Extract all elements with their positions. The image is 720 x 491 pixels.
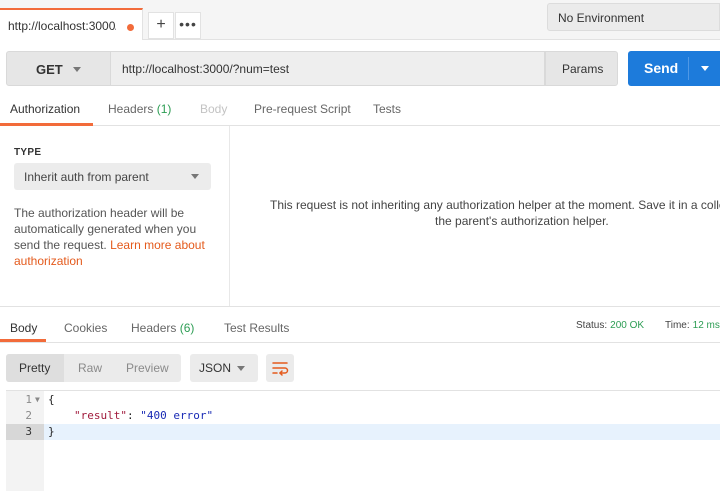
chevron-down-icon: [191, 174, 199, 179]
new-tab-button[interactable]: +: [148, 12, 174, 39]
code-text: {: [48, 393, 55, 406]
auth-type-value: Inherit auth from parent: [24, 170, 149, 184]
chevron-down-icon: [237, 366, 245, 371]
line-number: 1: [25, 393, 32, 406]
fold-arrow-icon[interactable]: ▼: [35, 392, 40, 408]
json-separator: :: [126, 409, 141, 422]
tab-tests[interactable]: Tests: [373, 102, 401, 116]
send-options-chevron-icon[interactable]: [701, 66, 709, 71]
params-button[interactable]: Params: [545, 51, 618, 86]
json-key: "result": [74, 409, 127, 422]
auth-message-line-2: the parent's authorization helper.: [435, 214, 609, 228]
language-value: JSON: [199, 361, 232, 375]
chevron-down-icon: [73, 67, 81, 72]
time-readout: Time: 12 ms: [665, 320, 720, 331]
time-value: 12 ms: [692, 320, 720, 331]
auth-message-line-1: This request is not inheriting any autho…: [270, 198, 720, 212]
tab-cookies[interactable]: Cookies: [64, 321, 107, 335]
tab-response-headers[interactable]: Headers (6): [131, 321, 194, 335]
headers-count-badge: (1): [156, 102, 172, 116]
send-divider: [688, 57, 689, 80]
code-text: }: [48, 425, 55, 438]
more-tabs-button[interactable]: •••: [175, 12, 201, 39]
tab-body[interactable]: Body: [200, 102, 227, 116]
params-label: Params: [562, 62, 604, 76]
tab-pre-request-script[interactable]: Pre-request Script: [254, 102, 351, 116]
request-section-tabs: Authorization Headers (1) Body Pre-reque…: [0, 92, 720, 126]
auth-message: This request is not inheriting any autho…: [270, 197, 720, 229]
method-select[interactable]: GET: [6, 51, 111, 86]
status-readout: Status: 200 OK: [576, 320, 644, 331]
auth-type-select[interactable]: Inherit auth from parent: [14, 163, 211, 190]
format-mode-group: Pretty Raw Preview: [6, 354, 181, 382]
code-line: 2 "result": "400 error": [6, 408, 720, 424]
tab-headers-label: Headers: [108, 102, 154, 116]
environment-label: No Environment: [558, 11, 645, 25]
status-label: Status:: [576, 320, 608, 331]
tab-response-body[interactable]: Body: [10, 321, 37, 335]
url-value: http://localhost:3000/?num=test: [122, 62, 290, 76]
tab-authorization[interactable]: Authorization: [10, 102, 80, 116]
method-label: GET: [36, 62, 63, 77]
send-button[interactable]: Send: [628, 51, 720, 86]
tab-test-results[interactable]: Test Results: [224, 321, 289, 335]
line-number: 3: [6, 424, 44, 440]
line-number: 2: [25, 409, 32, 422]
auth-description: The authorization header will be automat…: [14, 205, 214, 269]
time-label: Time:: [665, 320, 690, 331]
code-line: 1 ▼ {: [6, 392, 720, 408]
auth-settings-panel: TYPE Inherit auth from parent The author…: [0, 126, 230, 306]
url-input[interactable]: http://localhost:3000/?num=test: [111, 51, 545, 86]
unsaved-dot-icon: [127, 24, 134, 31]
request-tab-title: http://localhost:3000/: [8, 19, 116, 33]
auth-type-label: TYPE: [14, 147, 42, 158]
code-line-current: 3 }: [6, 424, 720, 440]
language-select[interactable]: JSON: [190, 354, 258, 382]
tab-response-headers-label: Headers: [131, 321, 177, 335]
wrap-lines-button[interactable]: [266, 354, 294, 382]
send-label: Send: [644, 60, 679, 76]
request-tab-bar: http://localhost:3000/ + ••• No Environm…: [0, 0, 720, 40]
response-headers-count-badge: (6): [179, 321, 195, 335]
format-pretty-button[interactable]: Pretty: [19, 361, 50, 375]
request-tab[interactable]: http://localhost:3000/: [0, 8, 143, 40]
response-section-tabs: Body Cookies Headers (6) Test Results St…: [0, 307, 720, 343]
format-raw-button[interactable]: Raw: [78, 361, 102, 375]
json-string-value: "400 error": [140, 409, 214, 422]
status-value: 200 OK: [610, 320, 645, 331]
format-preview-button[interactable]: Preview: [126, 361, 169, 375]
environment-select[interactable]: No Environment: [547, 3, 720, 31]
wrap-lines-icon: [272, 362, 289, 376]
code-text: "result": "400 error": [74, 408, 213, 424]
response-editor[interactable]: 1 ▼ { 2 "result": "400 error" 3 }: [6, 390, 720, 491]
active-tab-indicator: [0, 339, 46, 342]
tab-headers[interactable]: Headers (1): [108, 102, 171, 116]
